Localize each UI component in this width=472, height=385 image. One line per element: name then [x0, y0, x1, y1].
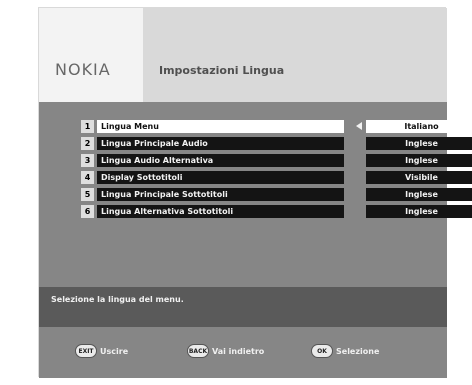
back-hint[interactable]: BACK Vai indietro [187, 344, 264, 358]
header-title-area: Impostazioni Lingua [143, 8, 447, 102]
help-text-bar: Selezione la lingua del menu. [39, 287, 447, 327]
row-number: 1 [81, 120, 94, 133]
tv-screen: NOKIA Impostazioni Lingua 1 Lingua Menu … [38, 7, 472, 378]
row-label: Lingua Principale Audio [97, 137, 344, 150]
row-number: 5 [81, 188, 94, 201]
row-number: 3 [81, 154, 94, 167]
row-label: Display Sottotitoli [97, 171, 344, 184]
exit-label: Uscire [100, 346, 129, 356]
arrow-left-icon[interactable] [356, 122, 362, 130]
ok-hint[interactable]: OK Selezione [311, 344, 379, 358]
nokia-logo: NOKIA [55, 60, 111, 79]
row-value[interactable]: Inglese [366, 205, 472, 218]
row-label: Lingua Alternativa Sottotitoli [97, 205, 344, 218]
footer-keys: EXIT Uscire BACK Vai indietro OK Selezio… [39, 335, 447, 365]
ok-key-icon[interactable]: OK [311, 344, 333, 358]
help-text: Selezione la lingua del menu. [51, 295, 184, 304]
row-number: 2 [81, 137, 94, 150]
back-key-icon[interactable]: BACK [187, 344, 209, 358]
row-number: 6 [81, 205, 94, 218]
menu-body: 1 Lingua Menu Italiano 2 Lingua Principa… [39, 102, 472, 378]
exit-hint[interactable]: EXIT Uscire [75, 344, 128, 358]
row-number: 4 [81, 171, 94, 184]
row-value[interactable]: Inglese [366, 154, 472, 167]
row-label: Lingua Principale Sottotitoli [97, 188, 344, 201]
row-value[interactable]: Visibile [366, 171, 472, 184]
row-value[interactable]: Inglese [366, 188, 472, 201]
row-value[interactable]: Inglese [366, 137, 472, 150]
back-label: Vai indietro [212, 346, 265, 356]
page-title: Impostazioni Lingua [159, 64, 285, 77]
header-logo-area: NOKIA [39, 8, 143, 102]
row-label: Lingua Audio Alternativa [97, 154, 344, 167]
exit-key-icon[interactable]: EXIT [75, 344, 97, 358]
ok-label: Selezione [336, 346, 380, 356]
row-value[interactable]: Italiano [366, 120, 472, 133]
row-label: Lingua Menu [97, 120, 344, 133]
